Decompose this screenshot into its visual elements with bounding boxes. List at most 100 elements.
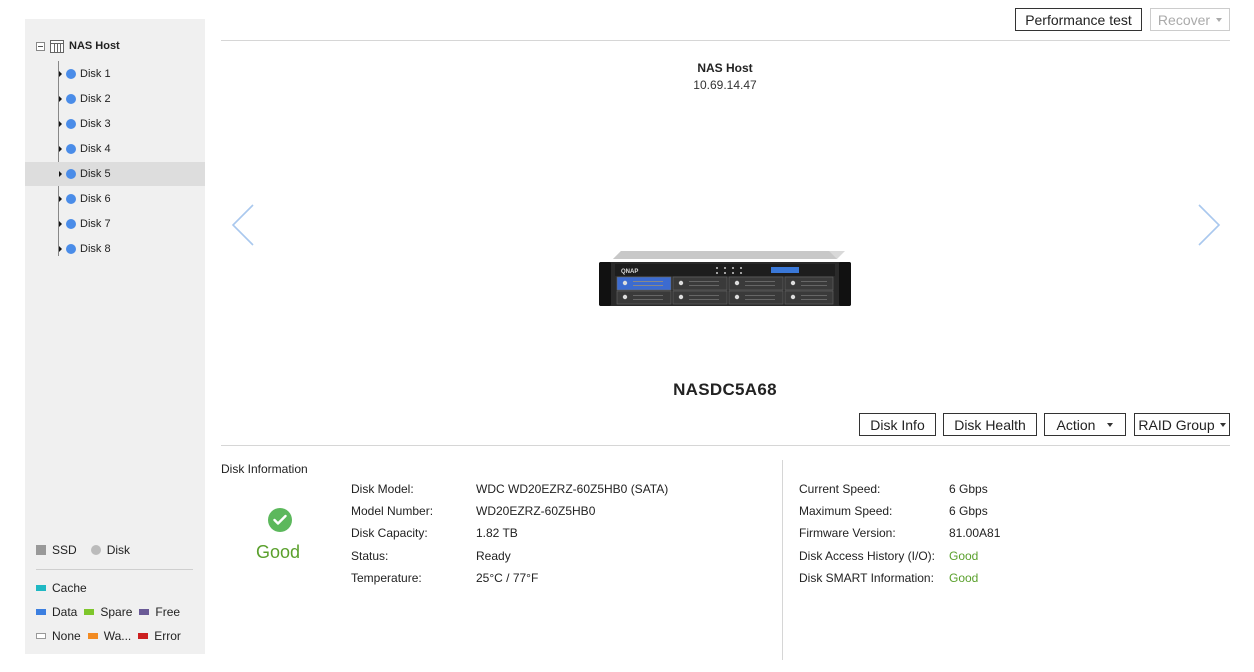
tree-root-nas-host[interactable]: NAS Host — [36, 38, 120, 54]
legend-ssd-label: SSD — [52, 543, 77, 557]
previous-arrow-icon[interactable] — [231, 203, 255, 247]
collapse-icon[interactable] — [36, 41, 45, 51]
nas-host-icon — [50, 39, 64, 53]
free-swatch — [139, 609, 150, 615]
disk-icon — [66, 144, 76, 154]
temperature-value: 25°C / 77°F — [476, 571, 539, 585]
disk-info-button[interactable]: Disk Info — [859, 413, 936, 436]
legend-row-1: Cache — [36, 581, 87, 595]
error-swatch — [138, 633, 149, 639]
expand-arrow-icon[interactable] — [59, 71, 62, 77]
disk-icon — [66, 219, 76, 229]
performance-test-button[interactable]: Performance test — [1015, 8, 1142, 31]
check-circle-icon — [268, 508, 292, 532]
expand-arrow-icon[interactable] — [59, 171, 62, 177]
disk-icon — [66, 119, 76, 129]
chevron-down-icon — [1219, 422, 1226, 427]
model-number-value: WD20EZRZ-60Z5HB0 — [476, 504, 596, 518]
disk-model-value: WDC WD20EZRZ-60Z5HB0 (SATA) — [476, 482, 669, 496]
disk-info-label: Disk Info — [870, 416, 925, 433]
tree-item-label: Disk 2 — [80, 93, 111, 105]
tree-item-disk-2[interactable]: Disk 2 — [25, 87, 205, 111]
ssd-legend-icon — [36, 545, 46, 555]
legend-data-label: Data — [52, 605, 78, 619]
tree-item-disk-4[interactable]: Disk 4 — [25, 137, 205, 161]
status-label: Status: — [351, 549, 389, 563]
disk-health-label: Disk Health — [954, 416, 1026, 433]
firmware-version-label: Firmware Version: — [799, 526, 896, 540]
host-ip: 10.69.14.47 — [693, 78, 757, 92]
disk-icon — [66, 169, 76, 179]
smart-information-value[interactable]: Good — [949, 571, 978, 585]
action-label: Action — [1056, 416, 1096, 433]
firmware-version-value: 81.00A81 — [949, 526, 1001, 540]
next-arrow-icon[interactable] — [1197, 203, 1221, 247]
maximum-speed-label: Maximum Speed: — [799, 504, 893, 518]
legend-spare-label: Spare — [100, 605, 133, 619]
tree-item-disk-8[interactable]: Disk 8 — [25, 237, 205, 261]
access-history-value[interactable]: Good — [949, 549, 978, 563]
chevron-down-icon — [1216, 17, 1223, 22]
disk-capacity-value: 1.82 TB — [476, 526, 518, 540]
expand-arrow-icon[interactable] — [59, 96, 62, 102]
recover-dropdown[interactable]: Recover — [1150, 8, 1230, 31]
status-value: Ready — [476, 549, 511, 563]
tree-item-disk-7[interactable]: Disk 7 — [25, 212, 205, 236]
raid-group-dropdown[interactable]: RAID Group — [1134, 413, 1230, 436]
expand-arrow-icon[interactable] — [59, 121, 62, 127]
disk-icon — [66, 244, 76, 254]
maximum-speed-value: 6 Gbps — [949, 504, 988, 518]
legend-disk-label: Disk — [106, 543, 131, 557]
disk-model-label: Disk Model: — [351, 482, 414, 496]
legend-row-3: None Wa... Error — [36, 629, 181, 643]
model-number-label: Model Number: — [351, 504, 434, 518]
tree-item-label: Disk 4 — [80, 143, 111, 155]
legend-row-2: Data Spare Free — [36, 605, 180, 619]
disk-icon — [66, 69, 76, 79]
performance-test-label: Performance test — [1025, 11, 1132, 28]
expand-arrow-icon[interactable] — [59, 196, 62, 202]
smart-information-label: Disk SMART Information: — [799, 571, 934, 585]
host-name: NAS Host — [697, 61, 753, 75]
tree-item-disk-1[interactable]: Disk 1 — [25, 62, 205, 86]
legend-disk-type: SSD Disk — [36, 543, 130, 557]
legend-warning-label: Wa... — [103, 629, 132, 643]
raid-group-label: RAID Group — [1138, 416, 1215, 433]
tree-item-label: Disk 1 — [80, 68, 111, 80]
tree-item-disk-5[interactable]: Disk 5 — [25, 162, 205, 186]
none-swatch — [36, 633, 46, 639]
expand-arrow-icon[interactable] — [59, 246, 62, 252]
tree-item-disk-6[interactable]: Disk 6 — [25, 187, 205, 211]
disk-tree-panel: NAS Host Disk 1 Disk 2 Disk 3 Disk 4 Dis… — [25, 19, 205, 654]
chevron-down-icon — [1107, 422, 1114, 427]
disk-capacity-label: Disk Capacity: — [351, 526, 428, 540]
expand-arrow-icon[interactable] — [59, 146, 62, 152]
current-speed-label: Current Speed: — [799, 482, 881, 496]
tree-item-label: Disk 5 — [80, 168, 111, 180]
tree-item-label: Disk 3 — [80, 118, 111, 130]
tree-item-label: Disk 7 — [80, 218, 111, 230]
warning-swatch — [87, 633, 98, 639]
legend-free-label: Free — [155, 605, 181, 619]
section-divider — [221, 445, 1230, 446]
health-status: Good — [255, 542, 301, 562]
data-swatch — [36, 609, 46, 615]
toolbar-divider — [221, 40, 1230, 41]
action-dropdown[interactable]: Action — [1044, 413, 1126, 436]
legend-none-label: None — [52, 629, 81, 643]
disk-health-button[interactable]: Disk Health — [943, 413, 1037, 436]
svg-text:QNAP: QNAP — [621, 269, 638, 275]
legend-cache-label: Cache — [52, 581, 87, 595]
tree-item-disk-3[interactable]: Disk 3 — [25, 112, 205, 136]
recover-label: Recover — [1157, 11, 1211, 28]
device-name: NASDC5A68 — [673, 380, 777, 399]
cache-swatch — [36, 585, 46, 591]
disk-icon — [66, 94, 76, 104]
nas-device-image: QNAP — [599, 250, 851, 308]
expand-arrow-icon[interactable] — [59, 221, 62, 227]
legend-divider — [36, 569, 193, 570]
spare-swatch — [84, 609, 95, 615]
tree-root-label: NAS Host — [69, 40, 120, 52]
disk-icon — [66, 194, 76, 204]
temperature-label: Temperature: — [351, 571, 422, 585]
